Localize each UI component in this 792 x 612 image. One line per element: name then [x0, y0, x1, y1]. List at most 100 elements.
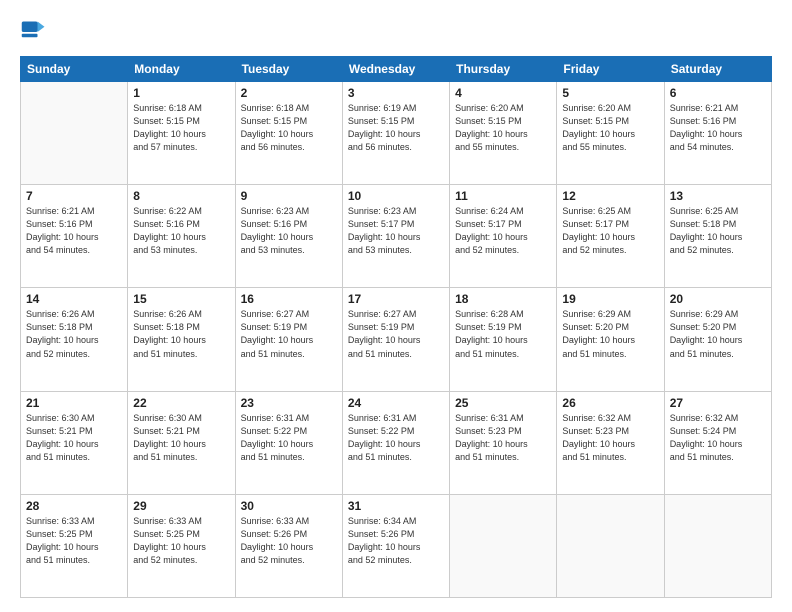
day-info: Sunrise: 6:29 AM Sunset: 5:20 PM Dayligh… [670, 308, 766, 360]
day-info: Sunrise: 6:24 AM Sunset: 5:17 PM Dayligh… [455, 205, 551, 257]
calendar-cell: 8 Sunrise: 6:22 AM Sunset: 5:16 PM Daylig… [128, 185, 235, 288]
calendar-cell: 16Sunrise: 6:27 AM Sunset: 5:19 PM Dayli… [235, 288, 342, 391]
week-row-4: 21 Sunrise: 6:30 AM Sunset: 5:21 PM Dayli… [21, 391, 772, 494]
calendar-cell: 5 Sunrise: 6:20 AM Sunset: 5:15 PM Daylig… [557, 82, 664, 185]
day-info: Sunrise: 6:20 AM Sunset: 5:15 PM Dayligh… [562, 102, 658, 154]
calendar-cell: 27 Sunrise: 6:32 AM Sunset: 5:24 PM Dayli… [664, 391, 771, 494]
logo [20, 18, 52, 46]
calendar-cell: 19 Sunrise: 6:29 AM Sunset: 5:20 PM Dayli… [557, 288, 664, 391]
day-number: 29 [133, 499, 229, 513]
day-info: Sunrise: 6:27 AM Sunset: 5:19 PM Dayligh… [348, 308, 444, 360]
calendar-cell: 26 Sunrise: 6:32 AM Sunset: 5:23 PM Dayli… [557, 391, 664, 494]
calendar-cell: 6 Sunrise: 6:21 AM Sunset: 5:16 PM Daylig… [664, 82, 771, 185]
day-number: 8 [133, 189, 229, 203]
day-number: 5 [562, 86, 658, 100]
calendar-cell: 28 Sunrise: 6:33 AM Sunset: 5:25 PM Dayli… [21, 494, 128, 597]
day-number: 31 [348, 499, 444, 513]
calendar-cell: 4 Sunrise: 6:20 AM Sunset: 5:15 PM Daylig… [450, 82, 557, 185]
day-number: 30 [241, 499, 337, 513]
calendar-cell: 29 Sunrise: 6:33 AM Sunset: 5:25 PM Dayli… [128, 494, 235, 597]
day-info: Sunrise: 6:18 AM Sunset: 5:15 PM Dayligh… [241, 102, 337, 154]
day-number: 27 [670, 396, 766, 410]
day-number: 7 [26, 189, 122, 203]
calendar-cell: 22 Sunrise: 6:30 AM Sunset: 5:21 PM Dayli… [128, 391, 235, 494]
weekday-saturday: Saturday [664, 57, 771, 82]
calendar-cell: 18 Sunrise: 6:28 AM Sunset: 5:19 PM Dayli… [450, 288, 557, 391]
day-info: Sunrise: 6:32 AM Sunset: 5:23 PM Dayligh… [562, 412, 658, 464]
day-number: 11 [455, 189, 551, 203]
day-info: Sunrise: 6:21 AM Sunset: 5:16 PM Dayligh… [670, 102, 766, 154]
week-row-5: 28 Sunrise: 6:33 AM Sunset: 5:25 PM Dayli… [21, 494, 772, 597]
day-info: Sunrise: 6:31 AM Sunset: 5:22 PM Dayligh… [241, 412, 337, 464]
day-info: Sunrise: 6:29 AM Sunset: 5:20 PM Dayligh… [562, 308, 658, 360]
day-info: Sunrise: 6:31 AM Sunset: 5:23 PM Dayligh… [455, 412, 551, 464]
day-number: 18 [455, 292, 551, 306]
day-info: Sunrise: 6:30 AM Sunset: 5:21 PM Dayligh… [133, 412, 229, 464]
day-info: Sunrise: 6:27 AM Sunset: 5:19 PM Dayligh… [241, 308, 337, 360]
weekday-thursday: Thursday [450, 57, 557, 82]
day-info: Sunrise: 6:19 AM Sunset: 5:15 PM Dayligh… [348, 102, 444, 154]
day-number: 21 [26, 396, 122, 410]
weekday-sunday: Sunday [21, 57, 128, 82]
day-number: 17 [348, 292, 444, 306]
day-info: Sunrise: 6:26 AM Sunset: 5:18 PM Dayligh… [26, 308, 122, 360]
header [20, 18, 772, 46]
day-number: 28 [26, 499, 122, 513]
calendar-cell: 15 Sunrise: 6:26 AM Sunset: 5:18 PM Dayli… [128, 288, 235, 391]
day-info: Sunrise: 6:20 AM Sunset: 5:15 PM Dayligh… [455, 102, 551, 154]
day-info: Sunrise: 6:31 AM Sunset: 5:22 PM Dayligh… [348, 412, 444, 464]
day-number: 9 [241, 189, 337, 203]
day-info: Sunrise: 6:33 AM Sunset: 5:25 PM Dayligh… [26, 515, 122, 567]
page: SundayMondayTuesdayWednesdayThursdayFrid… [0, 0, 792, 612]
calendar-cell: 31 Sunrise: 6:34 AM Sunset: 5:26 PM Dayli… [342, 494, 449, 597]
day-number: 1 [133, 86, 229, 100]
day-number: 22 [133, 396, 229, 410]
calendar-cell: 30 Sunrise: 6:33 AM Sunset: 5:26 PM Dayli… [235, 494, 342, 597]
weekday-wednesday: Wednesday [342, 57, 449, 82]
day-info: Sunrise: 6:30 AM Sunset: 5:21 PM Dayligh… [26, 412, 122, 464]
day-number: 26 [562, 396, 658, 410]
day-number: 19 [562, 292, 658, 306]
day-info: Sunrise: 6:26 AM Sunset: 5:18 PM Dayligh… [133, 308, 229, 360]
day-info: Sunrise: 6:33 AM Sunset: 5:25 PM Dayligh… [133, 515, 229, 567]
day-info: Sunrise: 6:28 AM Sunset: 5:19 PM Dayligh… [455, 308, 551, 360]
calendar-cell: 14Sunrise: 6:26 AM Sunset: 5:18 PM Dayli… [21, 288, 128, 391]
calendar-cell [557, 494, 664, 597]
weekday-monday: Monday [128, 57, 235, 82]
day-info: Sunrise: 6:32 AM Sunset: 5:24 PM Dayligh… [670, 412, 766, 464]
day-info: Sunrise: 6:21 AM Sunset: 5:16 PM Dayligh… [26, 205, 122, 257]
day-number: 10 [348, 189, 444, 203]
day-number: 13 [670, 189, 766, 203]
logo-icon [20, 18, 48, 46]
calendar-cell: 20Sunrise: 6:29 AM Sunset: 5:20 PM Dayli… [664, 288, 771, 391]
day-info: Sunrise: 6:25 AM Sunset: 5:18 PM Dayligh… [670, 205, 766, 257]
calendar-cell: 7 Sunrise: 6:21 AM Sunset: 5:16 PM Daylig… [21, 185, 128, 288]
weekday-header-row: SundayMondayTuesdayWednesdayThursdayFrid… [21, 57, 772, 82]
week-row-1: 1 Sunrise: 6:18 AM Sunset: 5:15 PM Daylig… [21, 82, 772, 185]
day-number: 2 [241, 86, 337, 100]
calendar-cell: 9 Sunrise: 6:23 AM Sunset: 5:16 PM Daylig… [235, 185, 342, 288]
calendar-cell [21, 82, 128, 185]
day-number: 6 [670, 86, 766, 100]
day-info: Sunrise: 6:22 AM Sunset: 5:16 PM Dayligh… [133, 205, 229, 257]
calendar-cell: 17 Sunrise: 6:27 AM Sunset: 5:19 PM Dayli… [342, 288, 449, 391]
day-info: Sunrise: 6:23 AM Sunset: 5:17 PM Dayligh… [348, 205, 444, 257]
week-row-3: 14Sunrise: 6:26 AM Sunset: 5:18 PM Dayli… [21, 288, 772, 391]
day-number: 15 [133, 292, 229, 306]
calendar-cell [664, 494, 771, 597]
calendar-cell: 2 Sunrise: 6:18 AM Sunset: 5:15 PM Daylig… [235, 82, 342, 185]
calendar-cell: 25Sunrise: 6:31 AM Sunset: 5:23 PM Dayli… [450, 391, 557, 494]
calendar-cell: 21 Sunrise: 6:30 AM Sunset: 5:21 PM Dayli… [21, 391, 128, 494]
day-number: 12 [562, 189, 658, 203]
weekday-friday: Friday [557, 57, 664, 82]
day-number: 4 [455, 86, 551, 100]
day-info: Sunrise: 6:33 AM Sunset: 5:26 PM Dayligh… [241, 515, 337, 567]
day-info: Sunrise: 6:23 AM Sunset: 5:16 PM Dayligh… [241, 205, 337, 257]
week-row-2: 7 Sunrise: 6:21 AM Sunset: 5:16 PM Daylig… [21, 185, 772, 288]
weekday-tuesday: Tuesday [235, 57, 342, 82]
calendar-cell: 11 Sunrise: 6:24 AM Sunset: 5:17 PM Dayli… [450, 185, 557, 288]
calendar-cell: 24 Sunrise: 6:31 AM Sunset: 5:22 PM Dayli… [342, 391, 449, 494]
day-info: Sunrise: 6:34 AM Sunset: 5:26 PM Dayligh… [348, 515, 444, 567]
day-number: 24 [348, 396, 444, 410]
day-info: Sunrise: 6:25 AM Sunset: 5:17 PM Dayligh… [562, 205, 658, 257]
